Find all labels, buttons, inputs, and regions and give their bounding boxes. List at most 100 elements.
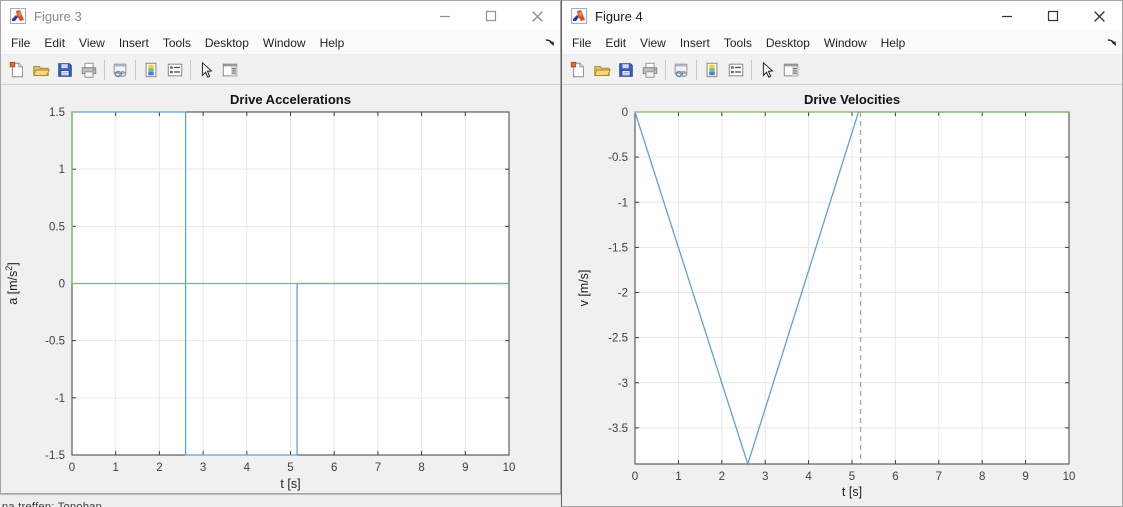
y-tick-label: -1 — [55, 393, 65, 405]
menu-item-window[interactable]: Window — [256, 33, 313, 53]
y-axis-label: v [m/s] — [577, 270, 591, 307]
y-tick-label: -0.5 — [608, 152, 628, 164]
insert-colorbar-button[interactable] — [700, 58, 724, 82]
figure4-titlebar[interactable]: Figure 4 — [562, 1, 1122, 31]
y-tick-label: 0.5 — [49, 221, 65, 233]
save-figure-button[interactable] — [614, 58, 638, 82]
menu-item-insert[interactable]: Insert — [673, 33, 717, 53]
insert-colorbar-button[interactable] — [139, 58, 163, 82]
y-tick-label: 0 — [59, 279, 65, 291]
menu-item-desktop[interactable]: Desktop — [759, 33, 817, 53]
figure3-toolbar — [1, 55, 560, 85]
x-tick-label: 8 — [418, 462, 424, 474]
print-figure-button[interactable] — [77, 58, 101, 82]
open-file-icon — [593, 61, 611, 79]
figure3-menubar: FileEditViewInsertToolsDesktopWindowHelp — [1, 31, 560, 55]
menu-item-tools[interactable]: Tools — [156, 33, 198, 53]
link-plot-icon — [672, 61, 690, 79]
menu-item-edit[interactable]: Edit — [37, 33, 72, 53]
maximize-icon — [1047, 10, 1059, 22]
menu-item-view[interactable]: View — [72, 33, 112, 53]
x-tick-label: 9 — [1022, 471, 1028, 483]
menu-item-desktop[interactable]: Desktop — [198, 33, 256, 53]
show-plot-tools-button[interactable] — [779, 58, 803, 82]
plot-title: Drive Accelerations — [230, 92, 351, 107]
x-tick-label: 6 — [892, 471, 898, 483]
y-tick-label: -2.5 — [608, 333, 628, 345]
figure3-window: Figure 3 FileEditViewInsertToolsDesktopW… — [0, 0, 561, 494]
menu-overflow-icon[interactable] — [1106, 36, 1118, 48]
edit-plot-cursor-icon — [758, 61, 776, 79]
link-plot-icon — [111, 61, 129, 79]
link-plot-button[interactable] — [669, 58, 693, 82]
y-axis-label: a [m/s2] — [4, 262, 20, 305]
menu-overflow-icon[interactable] — [544, 36, 556, 48]
menu-item-view[interactable]: View — [633, 33, 673, 53]
figure4-plot: 0123456789100-0.5-1-1.5-2-2.5-3-3.5Drive… — [562, 85, 1122, 506]
x-tick-label: 3 — [200, 462, 206, 474]
y-tick-label: 1.5 — [49, 107, 65, 119]
figure3-canvas-area: 0123456789101.510.50-0.5-1-1.5Drive Acce… — [1, 85, 560, 493]
close-button[interactable] — [1076, 1, 1122, 31]
toolbar-separator — [751, 60, 752, 80]
save-figure-icon — [56, 61, 74, 79]
x-tick-label: 2 — [719, 471, 725, 483]
edit-plot-cursor-icon — [197, 61, 215, 79]
open-file-button[interactable] — [590, 58, 614, 82]
menu-item-edit[interactable]: Edit — [598, 33, 633, 53]
menu-item-window[interactable]: Window — [817, 33, 874, 53]
link-plot-button[interactable] — [108, 58, 132, 82]
minimize-icon — [439, 10, 451, 22]
new-figure-icon — [569, 61, 587, 79]
figure4-toolbar — [562, 55, 1122, 85]
figure3-plot: 0123456789101.510.50-0.5-1-1.5Drive Acce… — [1, 85, 560, 493]
new-figure-button[interactable] — [5, 58, 29, 82]
toolbar-separator — [665, 60, 666, 80]
menu-item-file[interactable]: File — [565, 33, 598, 53]
edit-plot-button[interactable] — [755, 58, 779, 82]
menu-item-tools[interactable]: Tools — [717, 33, 759, 53]
toolbar-separator — [696, 60, 697, 80]
x-tick-label: 7 — [936, 471, 942, 483]
maximize-button[interactable] — [1030, 1, 1076, 31]
background-window-strip: na treffen: Tonoban. — [0, 494, 561, 507]
y-tick-label: -1 — [618, 197, 628, 209]
insert-legend-button[interactable] — [163, 58, 187, 82]
y-tick-label: 1 — [59, 164, 65, 176]
window-title: Figure 3 — [34, 9, 82, 24]
maximize-button[interactable] — [468, 1, 514, 31]
minimize-button[interactable] — [984, 1, 1030, 31]
insert-legend-button[interactable] — [724, 58, 748, 82]
x-tick-label: 4 — [244, 462, 251, 474]
minimize-button[interactable] — [422, 1, 468, 31]
open-file-button[interactable] — [29, 58, 53, 82]
x-axis-label: t [s] — [280, 477, 300, 491]
menu-item-help[interactable]: Help — [313, 33, 352, 53]
figure3-titlebar[interactable]: Figure 3 — [1, 1, 560, 31]
x-tick-label: 10 — [503, 462, 516, 474]
close-icon — [531, 10, 544, 23]
new-figure-button[interactable] — [566, 58, 590, 82]
insert-colorbar-icon — [703, 61, 721, 79]
menu-item-file[interactable]: File — [4, 33, 37, 53]
print-figure-button[interactable] — [638, 58, 662, 82]
edit-plot-button[interactable] — [194, 58, 218, 82]
open-file-icon — [32, 61, 50, 79]
maximize-icon — [485, 10, 497, 22]
menu-item-help[interactable]: Help — [874, 33, 913, 53]
menu-item-insert[interactable]: Insert — [112, 33, 156, 53]
y-tick-label: -2 — [618, 288, 628, 300]
save-figure-button[interactable] — [53, 58, 77, 82]
show-plot-tools-button[interactable] — [218, 58, 242, 82]
x-tick-label: 5 — [849, 471, 855, 483]
close-button[interactable] — [514, 1, 560, 31]
x-tick-label: 0 — [632, 471, 638, 483]
matlab-icon — [571, 8, 587, 24]
x-tick-label: 3 — [762, 471, 768, 483]
x-tick-label: 7 — [375, 462, 381, 474]
new-figure-icon — [8, 61, 26, 79]
plot-title: Drive Velocities — [804, 92, 900, 107]
x-tick-label: 9 — [462, 462, 468, 474]
x-tick-label: 5 — [287, 462, 293, 474]
x-tick-label: 4 — [805, 471, 812, 483]
